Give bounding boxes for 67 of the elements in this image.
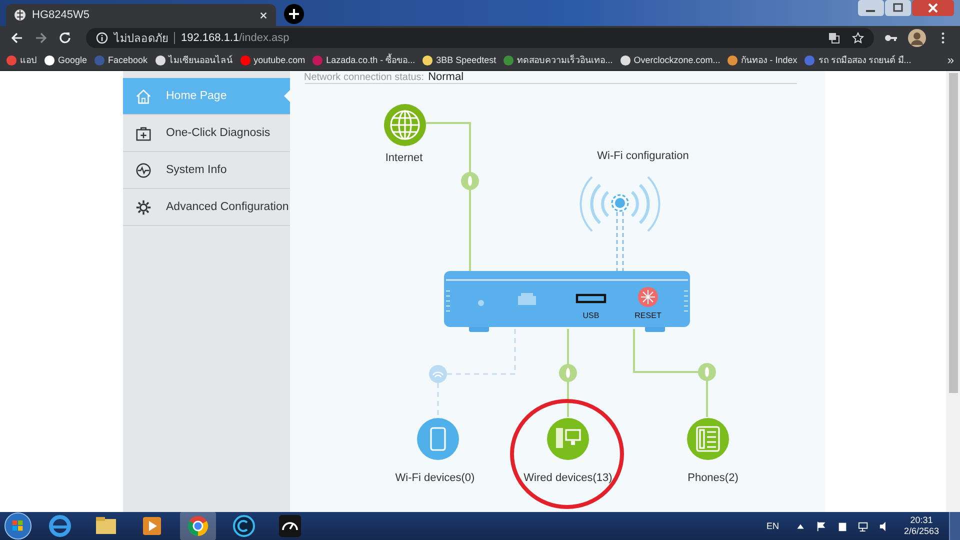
chrome-icon[interactable] <box>180 512 216 540</box>
bookmark-link[interactable]: ทดสอบความเร็วอินเทอ... <box>503 53 613 67</box>
reload-icon[interactable] <box>58 31 72 45</box>
bookmark-icon <box>422 54 434 66</box>
bookmark-link[interactable]: รถ รถมือสอง รถยนต์ มื... <box>804 53 912 67</box>
bookmark-icon <box>620 54 631 66</box>
wifi-node-icon <box>429 365 447 383</box>
bookmark-icon <box>154 54 166 66</box>
info-icon <box>135 162 152 178</box>
address-field[interactable]: ไม่ปลอดภัย 192.168.1.1/index.asp <box>86 28 874 48</box>
link-node-icon <box>559 364 577 382</box>
bookmark-icon <box>312 54 324 66</box>
status-value: Normal <box>428 71 464 83</box>
start-button[interactable] <box>4 512 32 540</box>
bookmark-icon <box>804 54 816 66</box>
phone-devices-label[interactable]: Phones(2) <box>688 472 738 484</box>
more-bookmarks-button[interactable]: » <box>947 53 954 67</box>
close-icon[interactable] <box>912 0 954 16</box>
diagnosis-icon <box>135 124 152 142</box>
config-icon <box>135 198 152 216</box>
maximize-icon[interactable] <box>885 0 911 16</box>
bookmark-link[interactable]: 3BB Speedtest <box>422 54 496 66</box>
status-label: Network connection status: <box>304 72 424 84</box>
flag-icon[interactable] <box>816 520 827 532</box>
bookmark-icon <box>44 54 55 66</box>
language-indicator[interactable]: EN <box>766 521 779 531</box>
close-icon[interactable] <box>259 10 268 20</box>
new-tab-icon[interactable] <box>284 4 304 24</box>
translate-icon[interactable] <box>828 32 840 44</box>
bookmark-icon <box>503 54 514 66</box>
back-icon[interactable] <box>10 31 24 45</box>
reset-label: RESET <box>634 311 662 320</box>
scrollbar-thumb[interactable] <box>948 73 958 393</box>
bookmark-link[interactable]: youtube.com <box>240 54 306 66</box>
globe-icon <box>384 104 426 146</box>
link-node-icon <box>698 363 716 381</box>
bookmark-link[interactable]: Facebook <box>94 54 148 66</box>
internet-label: Internet <box>385 152 423 164</box>
forward-icon[interactable] <box>34 31 48 45</box>
bookmark-icon <box>240 54 251 66</box>
scrollbar[interactable] <box>946 71 960 512</box>
bookmark-icon <box>727 54 738 66</box>
usb-label: USB <box>582 311 600 320</box>
bookmark-icon <box>94 54 106 66</box>
dashed-connection-line <box>616 211 624 272</box>
bookmark-link[interactable]: ไมเซียนออนไลน์ <box>154 53 233 67</box>
globe-icon <box>14 9 26 21</box>
bookmark-link[interactable]: แอป <box>6 53 37 67</box>
bookmark-link[interactable]: Google <box>44 54 88 66</box>
browser-tab[interactable]: HG8245W5 <box>6 4 276 26</box>
bookmark-link[interactable]: Lazada.co.th - ซื้อขอ... <box>312 53 416 67</box>
home-icon <box>135 88 152 104</box>
bookmark-link[interactable]: Overclockzone.com... <box>620 54 720 66</box>
network-icon[interactable] <box>858 520 869 532</box>
info-icon <box>96 32 108 44</box>
wifi-antenna-icon <box>580 176 660 232</box>
key-icon[interactable] <box>884 32 898 44</box>
bookmark-icon <box>6 54 17 66</box>
bookmark-link[interactable]: กันทอง - Index <box>727 53 798 67</box>
wifi-config-label[interactable]: Wi-Fi configuration <box>597 150 689 162</box>
minimize-icon[interactable] <box>858 0 884 16</box>
star-icon[interactable] <box>852 32 864 44</box>
wifi-devices-label[interactable]: Wi-Fi devices(0) <box>395 472 475 484</box>
link-node-icon <box>461 172 479 190</box>
clock[interactable]: 20:31 2/6/2563 <box>904 515 939 537</box>
avatar-icon[interactable] <box>908 29 926 47</box>
wired-devices-label[interactable]: Wired devices(13) <box>524 472 612 484</box>
